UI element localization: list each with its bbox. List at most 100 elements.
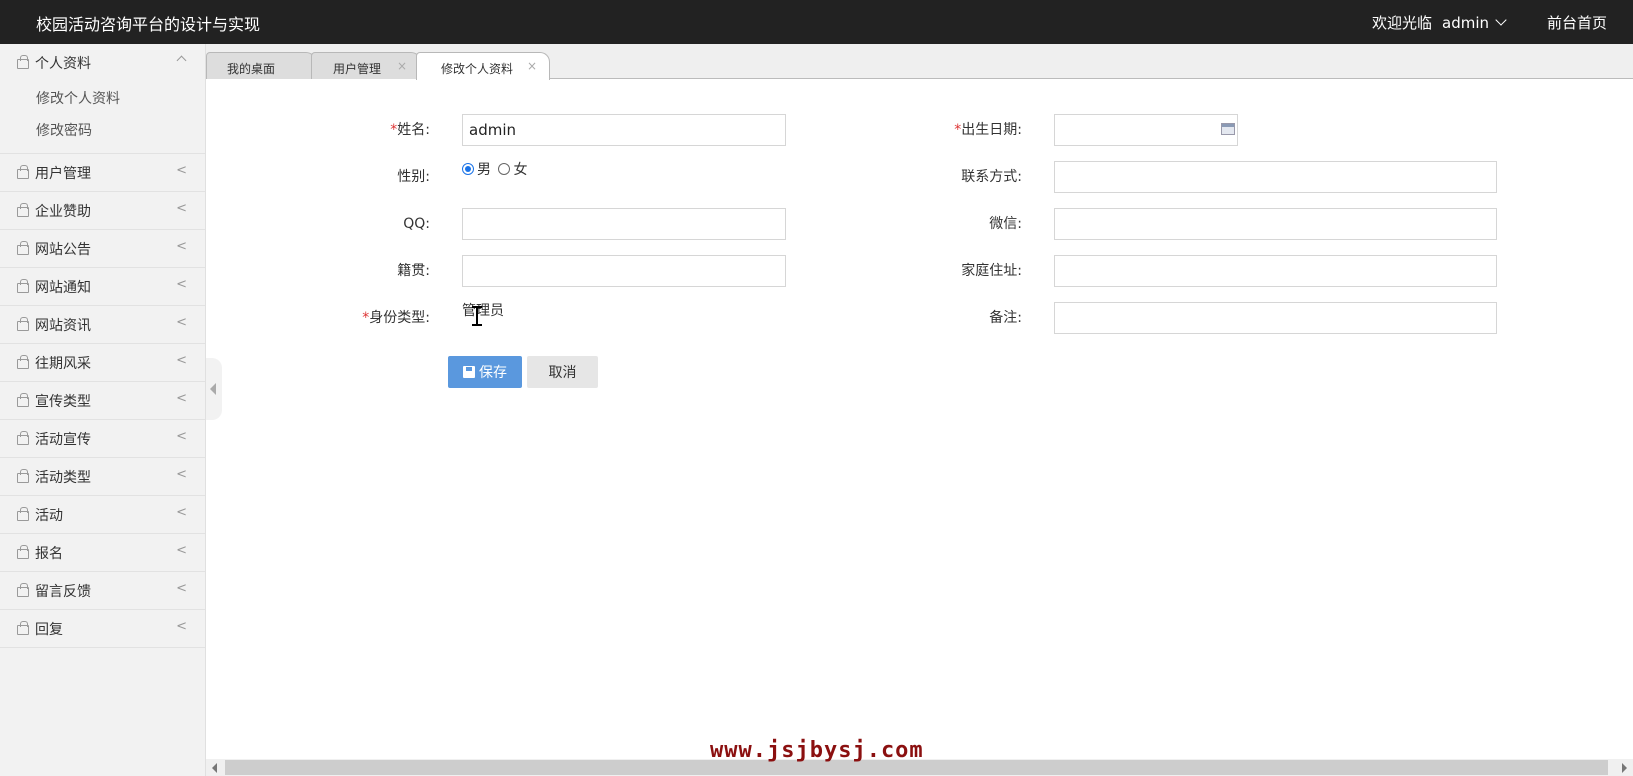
tab-edit-profile[interactable]: 修改个人资料 × bbox=[416, 52, 550, 80]
sidebar-item-activity-types[interactable]: 活动类型 < bbox=[0, 458, 205, 495]
chevron-up-icon bbox=[176, 55, 187, 66]
app-title: 校园活动咨询平台的设计与实现 bbox=[36, 15, 261, 34]
contact-input[interactable] bbox=[1054, 161, 1497, 193]
user-menu[interactable]: 欢迎光临 admin bbox=[1372, 12, 1507, 33]
tab-my-desktop[interactable]: 我的桌面 bbox=[206, 52, 316, 79]
menu-label: 企业赞助 bbox=[35, 203, 91, 220]
address-label: 家庭住址: bbox=[961, 263, 1022, 279]
bag-icon bbox=[17, 583, 29, 597]
sidebar-item-change-password[interactable]: 修改密码 bbox=[0, 115, 205, 147]
bag-icon bbox=[17, 317, 29, 331]
qq-input[interactable] bbox=[462, 208, 786, 240]
chevron-left-icon: < bbox=[176, 239, 187, 254]
name-label: *姓名: bbox=[390, 122, 430, 138]
menu-label: 网站资讯 bbox=[35, 317, 91, 334]
save-icon bbox=[463, 366, 475, 378]
gender-male-label[interactable]: 男 bbox=[477, 162, 491, 178]
sidebar-item-past-highlights[interactable]: 往期风采 < bbox=[0, 344, 205, 381]
birth-date-input[interactable] bbox=[1054, 114, 1238, 146]
bag-icon bbox=[17, 55, 29, 69]
menu-label: 活动 bbox=[35, 507, 63, 524]
bag-icon bbox=[17, 507, 29, 521]
tab-bar: 我的桌面 用户管理 × 修改个人资料 × bbox=[206, 44, 1633, 80]
gender-female-label[interactable]: 女 bbox=[513, 162, 527, 178]
bag-icon bbox=[17, 355, 29, 369]
sidebar-item-promo-types[interactable]: 宣传类型 < bbox=[0, 382, 205, 419]
chevron-left-icon: < bbox=[176, 429, 187, 444]
menu-group-profile: 个人资料 修改个人资料 修改密码 bbox=[0, 44, 205, 154]
chevron-left-icon: < bbox=[176, 201, 187, 216]
watermark: www.jsjbysj.com bbox=[710, 738, 924, 763]
identity-type-value: 管理员 bbox=[462, 303, 504, 319]
sidebar-item-registrations[interactable]: 报名 < bbox=[0, 534, 205, 571]
sidebar-item-announcements[interactable]: 网站公告 < bbox=[0, 230, 205, 267]
gender-label: 性别: bbox=[397, 169, 430, 185]
sidebar-item-edit-profile[interactable]: 修改个人资料 bbox=[0, 83, 205, 115]
bag-icon bbox=[17, 203, 29, 217]
menu-group-promo-types: 宣传类型 < bbox=[0, 382, 205, 420]
sidebar-item-replies[interactable]: 回复 < bbox=[0, 610, 205, 647]
menu-label: 留言反馈 bbox=[35, 583, 91, 600]
chevron-left-icon: < bbox=[176, 315, 187, 330]
chevron-down-icon[interactable] bbox=[1495, 14, 1507, 26]
tab-label: 修改个人资料 bbox=[441, 62, 514, 76]
username[interactable]: admin bbox=[1442, 14, 1489, 32]
chevron-left-icon: < bbox=[176, 391, 187, 406]
save-button[interactable]: 保存 bbox=[448, 356, 522, 388]
sidebar-item-activities[interactable]: 活动 < bbox=[0, 496, 205, 533]
gender-male-radio[interactable] bbox=[462, 163, 474, 175]
sidebar-item-news[interactable]: 网站资讯 < bbox=[0, 306, 205, 343]
menu-label: 活动宣传 bbox=[35, 431, 91, 448]
contact-label: 联系方式: bbox=[961, 169, 1022, 185]
bag-icon bbox=[17, 545, 29, 559]
menu-group-registrations: 报名 < bbox=[0, 534, 205, 572]
menu-group-news: 网站资讯 < bbox=[0, 306, 205, 344]
menu-head-profile[interactable]: 个人资料 bbox=[0, 44, 205, 81]
menu-group-users: 用户管理 < bbox=[0, 154, 205, 192]
menu-label: 宣传类型 bbox=[35, 393, 91, 410]
sidebar-item-activity-promo[interactable]: 活动宣传 < bbox=[0, 420, 205, 457]
wechat-input[interactable] bbox=[1054, 208, 1497, 240]
bag-icon bbox=[17, 431, 29, 445]
menu-group-activities: 活动 < bbox=[0, 496, 205, 534]
sidebar-item-sponsors[interactable]: 企业赞助 < bbox=[0, 192, 205, 229]
calendar-icon[interactable] bbox=[1221, 123, 1235, 135]
gender-radio-group: 男 女 bbox=[462, 154, 527, 186]
chevron-left-icon: < bbox=[176, 277, 187, 292]
tab-label: 用户管理 bbox=[333, 62, 382, 76]
address-input[interactable] bbox=[1054, 255, 1497, 287]
save-button-label: 保存 bbox=[479, 365, 507, 381]
qq-label: QQ: bbox=[403, 216, 430, 232]
scroll-left-icon[interactable] bbox=[212, 763, 217, 773]
menu-label: 个人资料 bbox=[35, 55, 91, 72]
gender-female-radio[interactable] bbox=[498, 163, 511, 175]
bag-icon bbox=[17, 165, 29, 179]
native-place-label: 籍贯: bbox=[397, 263, 430, 279]
frontend-home-link[interactable]: 前台首页 bbox=[1547, 12, 1607, 33]
cancel-button[interactable]: 取消 bbox=[527, 356, 598, 388]
close-icon[interactable]: × bbox=[527, 59, 537, 73]
bag-icon bbox=[17, 279, 29, 293]
menu-label: 用户管理 bbox=[35, 165, 91, 182]
menu-group-sponsors: 企业赞助 < bbox=[0, 192, 205, 230]
chevron-left-icon: < bbox=[176, 163, 187, 178]
name-input[interactable]: admin bbox=[462, 114, 786, 146]
sidebar-item-users[interactable]: 用户管理 < bbox=[0, 154, 205, 191]
close-icon[interactable]: × bbox=[397, 59, 407, 73]
menu-group-announcements: 网站公告 < bbox=[0, 230, 205, 268]
menu-label: 回复 bbox=[35, 621, 63, 638]
wechat-label: 微信: bbox=[989, 216, 1022, 232]
menu-label: 报名 bbox=[35, 545, 63, 562]
sidebar-item-notices[interactable]: 网站通知 < bbox=[0, 268, 205, 305]
tab-user-management[interactable]: 用户管理 × bbox=[311, 52, 421, 79]
native-place-input[interactable] bbox=[462, 255, 786, 287]
scroll-right-icon[interactable] bbox=[1622, 763, 1627, 773]
submenu-profile: 修改个人资料 修改密码 bbox=[0, 81, 205, 153]
menu-label: 网站通知 bbox=[35, 279, 91, 296]
remark-input[interactable] bbox=[1054, 302, 1497, 334]
sidebar-item-feedback[interactable]: 留言反馈 < bbox=[0, 572, 205, 609]
sidebar: 个人资料 修改个人资料 修改密码 用户管理 < 企业赞助 < 网站公告 < 网站通知 < 网站资… bbox=[0, 44, 206, 776]
bag-icon bbox=[17, 393, 29, 407]
chevron-left-icon: < bbox=[176, 543, 187, 558]
chevron-left-icon: < bbox=[176, 619, 187, 634]
